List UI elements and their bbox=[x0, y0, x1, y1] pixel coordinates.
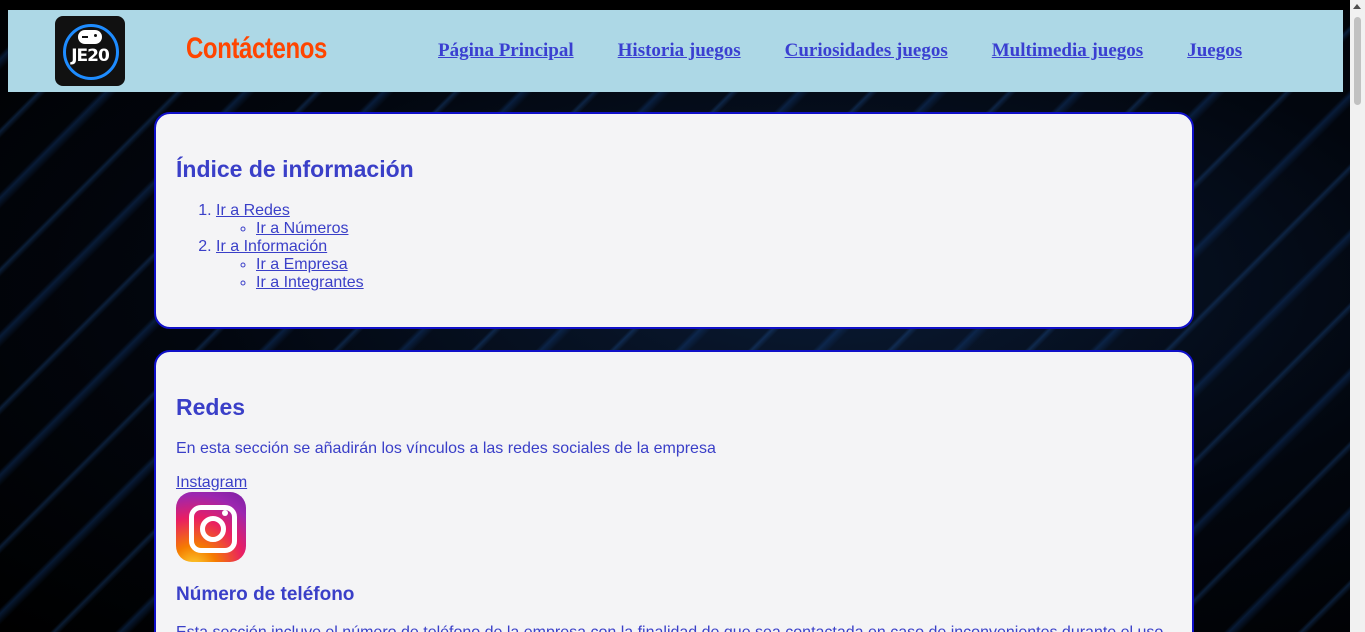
scroll-up-icon[interactable] bbox=[1353, 4, 1361, 9]
nav-link-pagina-principal[interactable]: Página Principal bbox=[438, 40, 574, 62]
site-header: JE20 Contáctenos Página Principal Histor… bbox=[8, 10, 1343, 92]
instagram-icon-dot bbox=[222, 510, 228, 516]
page-title: Contáctenos bbox=[186, 32, 327, 65]
redes-description: En esta sección se añadirán los vínculos… bbox=[176, 440, 716, 457]
index-subitem-empresa: Ir a Empresa bbox=[256, 256, 364, 274]
index-subitem-numeros: Ir a Números bbox=[256, 220, 364, 238]
index-item-redes: Ir a Redes Ir a Números bbox=[216, 202, 364, 238]
nav-link-curiosidades-juegos[interactable]: Curiosidades juegos bbox=[785, 40, 948, 62]
instagram-icon-lens bbox=[200, 516, 226, 542]
site-logo[interactable]: JE20 bbox=[55, 16, 125, 86]
link-ir-a-redes[interactable]: Ir a Redes bbox=[216, 202, 290, 219]
main-nav: Página Principal Historia juegos Curiosi… bbox=[438, 40, 1242, 62]
scrollbar-thumb[interactable] bbox=[1354, 17, 1361, 105]
redes-card: Redes En esta sección se añadirán los ví… bbox=[154, 350, 1194, 632]
phone-title: Número de teléfono bbox=[176, 584, 355, 605]
redes-title: Redes bbox=[176, 394, 246, 420]
link-ir-a-integrantes[interactable]: Ir a Integrantes bbox=[256, 274, 364, 291]
index-title: Índice de información bbox=[176, 156, 414, 182]
link-ir-a-empresa[interactable]: Ir a Empresa bbox=[256, 256, 348, 273]
nav-link-juegos[interactable]: Juegos bbox=[1187, 40, 1242, 62]
nav-link-multimedia-juegos[interactable]: Multimedia juegos bbox=[992, 40, 1143, 62]
phone-description: Esta sección incluye el número de teléfo… bbox=[176, 624, 1171, 632]
index-subitem-integrantes: Ir a Integrantes bbox=[256, 274, 364, 292]
link-ir-a-numeros[interactable]: Ir a Números bbox=[256, 220, 348, 237]
vertical-scrollbar[interactable] bbox=[1350, 0, 1365, 632]
nav-link-historia-juegos[interactable]: Historia juegos bbox=[618, 40, 741, 62]
instagram-link[interactable]: Instagram bbox=[176, 474, 247, 492]
index-list: Ir a Redes Ir a Números Ir a Información… bbox=[176, 202, 364, 292]
index-card: Índice de información Ir a Redes Ir a Nú… bbox=[154, 112, 1194, 329]
index-item-informacion: Ir a Información Ir a Empresa Ir a Integ… bbox=[216, 238, 364, 292]
logo-text: JE20 bbox=[71, 46, 110, 66]
link-ir-a-informacion[interactable]: Ir a Información bbox=[216, 238, 327, 255]
gamepad-icon bbox=[78, 30, 102, 44]
instagram-icon[interactable] bbox=[176, 492, 246, 562]
browser-top-strip bbox=[0, 0, 1350, 10]
